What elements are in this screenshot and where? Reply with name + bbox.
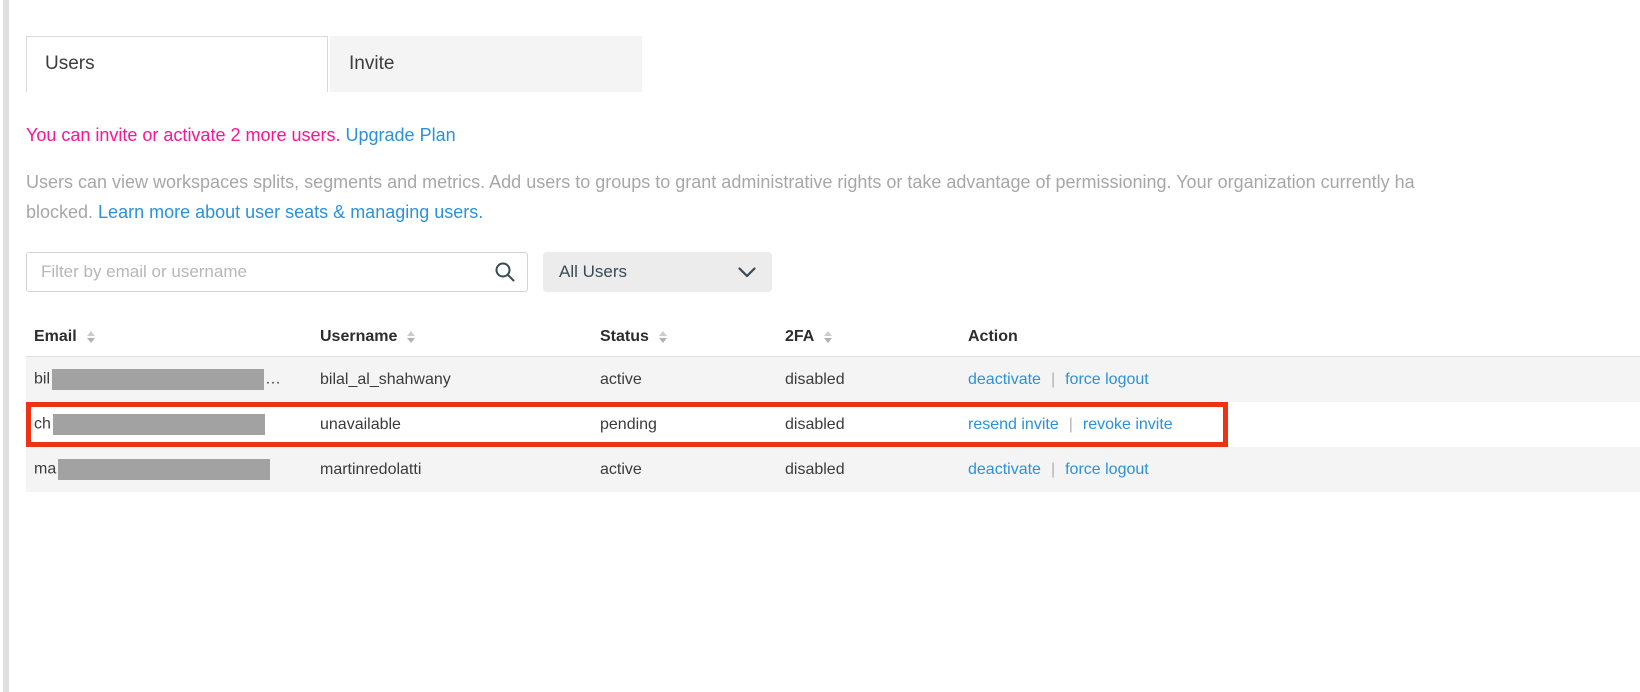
column-header-2fa[interactable]: 2FA [777,328,960,346]
filter-field [26,252,528,292]
invite-quota-notice: You can invite or activate 2 more users.… [26,125,456,146]
table-row: ma martinredolatti active disabled deact… [26,447,1640,492]
tab-invite[interactable]: Invite [330,36,642,92]
column-header-username[interactable]: Username [312,328,592,346]
sort-icon [659,331,667,343]
user-type-dropdown[interactable]: All Users [543,252,772,292]
column-header-status[interactable]: Status [592,328,777,346]
table-row: ch unavailable pending disabled resend i… [26,402,1640,447]
email-cell: bil … [26,369,312,390]
users-description: Users can view workspaces splits, segmen… [26,167,1640,227]
email-visible-text: ch [34,416,51,433]
email-visible-text: bil [34,371,50,388]
deactivate-link[interactable]: deactivate [968,461,1041,478]
action-separator: | [1051,461,1055,478]
column-header-username-label: Username [320,328,397,346]
tab-users[interactable]: Users [26,36,328,92]
column-header-action-label: Action [968,328,1018,346]
users-table-header: Email Username Status 2FA Action [26,318,1640,356]
email-redaction-block [58,459,270,480]
action-cell: deactivate | force logout [960,461,1640,479]
status-cell: pending [592,416,777,434]
2fa-cell: disabled [777,461,960,479]
action-separator: | [1051,371,1055,388]
invite-quota-message: You can invite or activate 2 more users. [26,125,341,145]
column-header-email-label: Email [34,328,77,346]
2fa-cell: disabled [777,371,960,389]
action-separator: | [1069,416,1073,433]
column-header-2fa-label: 2FA [785,328,814,346]
email-cell: ch [26,414,312,435]
2fa-cell: disabled [777,416,960,434]
users-table-body: bil … bilal_al_shahwany active disabled d… [26,356,1640,492]
action-cell: resend invite | revoke invite [960,416,1640,434]
table-row: bil … bilal_al_shahwany active disabled d… [26,357,1640,402]
upgrade-plan-link[interactable]: Upgrade Plan [346,125,456,145]
resend-invite-link[interactable]: resend invite [968,416,1059,433]
tab-users-label: Users [45,53,95,74]
learn-more-link[interactable]: Learn more about user seats & managing u… [98,202,483,222]
chevron-down-icon [738,267,756,278]
status-cell: active [592,461,777,479]
column-header-email[interactable]: Email [26,328,312,346]
description-line2-prefix: blocked. [26,202,98,222]
tab-bar: Users Invite [26,36,642,92]
revoke-invite-link[interactable]: revoke invite [1083,416,1173,433]
sort-icon [824,331,832,343]
email-redaction-block [53,414,265,435]
description-line2: blocked. Learn more about user seats & m… [26,197,1640,227]
description-line1: Users can view workspaces splits, segmen… [26,167,1640,197]
action-cell: deactivate | force logout [960,371,1640,389]
filter-input[interactable] [26,252,528,292]
email-redaction-block [52,369,264,390]
force-logout-link[interactable]: force logout [1065,371,1149,388]
column-header-action: Action [960,328,1640,346]
email-ellipsis: … [265,371,281,388]
sort-icon [87,331,95,343]
user-type-dropdown-value: All Users [559,262,627,282]
column-header-status-label: Status [600,328,649,346]
username-cell: bilal_al_shahwany [312,371,592,389]
left-edge-strip [3,0,9,692]
email-visible-text: ma [34,461,56,478]
email-cell: ma [26,459,312,480]
username-cell: martinredolatti [312,461,592,479]
sort-icon [407,331,415,343]
tab-invite-label: Invite [349,53,394,74]
search-icon[interactable] [494,261,516,283]
status-cell: active [592,371,777,389]
force-logout-link[interactable]: force logout [1065,461,1149,478]
deactivate-link[interactable]: deactivate [968,371,1041,388]
username-cell: unavailable [312,416,592,434]
users-table: Email Username Status 2FA Action bil … bi… [26,318,1640,492]
